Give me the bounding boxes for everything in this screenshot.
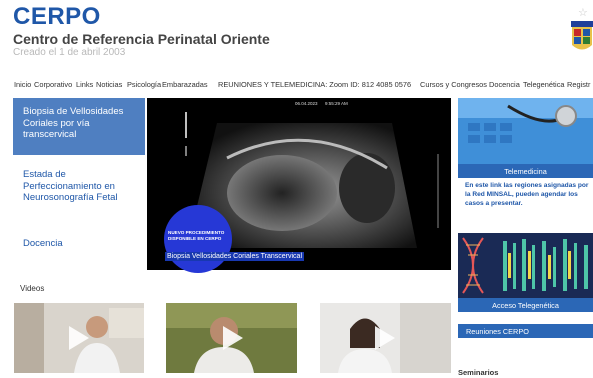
sidebar-item-label: Docencia [23,238,63,249]
sidebar-item-neurosonografia[interactable]: Estada de Perfeccionamiento en Neurosono… [13,161,145,211]
nav-psicologia[interactable]: Psicología [127,80,161,89]
sidebar-item-docencia[interactable]: Docencia [13,230,145,260]
nav-telegenetica[interactable]: Telegenética [523,80,565,89]
nav-corporativo[interactable]: Corporativo [34,80,72,89]
nav-noticias[interactable]: Noticias [96,80,122,89]
main-nav: Inicio Corporativo Links Noticias Psicol… [0,78,593,91]
nav-links[interactable]: Links [76,80,93,89]
reuniones-cerpo-button[interactable]: Reuniones CERPO [458,324,593,338]
video-thumbnail-3[interactable] [320,303,451,373]
video-thumbnail-1[interactable] [14,303,144,373]
nav-embarazadas[interactable]: Embarazadas [162,80,208,89]
ultrasound-date: 06.04.2023 [295,101,318,106]
play-icon[interactable] [223,326,243,350]
hero-caption[interactable]: Biopsia Vellosidades Coriales Transcervi… [165,252,305,261]
nav-inicio[interactable]: Inicio [14,80,31,89]
created-date: Creado el 1 de abril 2003 [13,47,126,58]
nav-reuniones-zoom[interactable]: REUNIONES Y TELEMEDICINA: Zoom ID: 812 4… [218,80,411,89]
sidebar-item-biopsia[interactable]: Biopsia de Vellosidades Coriales por vía… [13,98,145,155]
play-icon[interactable] [375,326,395,350]
videos-heading: Videos [20,284,45,293]
dna-image [458,233,593,298]
badge-line-2: DISPONIBLE EN CERPO [168,236,222,241]
site-header: CERPO Centro de Referencia Perinatal Ori… [0,0,593,74]
seminarios-heading: Seminarios [458,368,499,377]
badge-text: NUEVO PROCEDIMIENTO DISPONIBLE EN CERPO [168,230,238,242]
star-icon[interactable]: ☆ [578,6,588,19]
play-icon[interactable] [69,326,89,350]
telegenetica-label[interactable]: Acceso Telegenética [458,298,593,312]
sidebar-item-label: Estada de Perfeccionamiento en Neurosono… [23,169,118,203]
site-subtitle: Centro de Referencia Perinatal Oriente [13,31,270,47]
stethoscope-image [458,98,593,164]
telegenetica-image[interactable] [458,233,593,298]
site-logo[interactable]: CERPO [13,3,101,31]
nav-docencia[interactable]: Docencia [489,80,520,89]
university-crest-icon [571,21,593,50]
nav-registro[interactable]: Registr [567,80,590,89]
sidebar-item-label: Biopsia de Vellosidades Coriales por vía… [23,106,124,140]
telemedicina-image[interactable] [458,98,593,164]
telemedicina-label[interactable]: Telemedicina [458,164,593,178]
telemedicina-description[interactable]: En este link las regiones asignadas por … [465,182,590,208]
video-thumbnail-2[interactable] [166,303,297,373]
ultrasound-time: 9:55:29 AM [325,101,348,106]
nav-cursos[interactable]: Cursos y Congresos [420,80,487,89]
